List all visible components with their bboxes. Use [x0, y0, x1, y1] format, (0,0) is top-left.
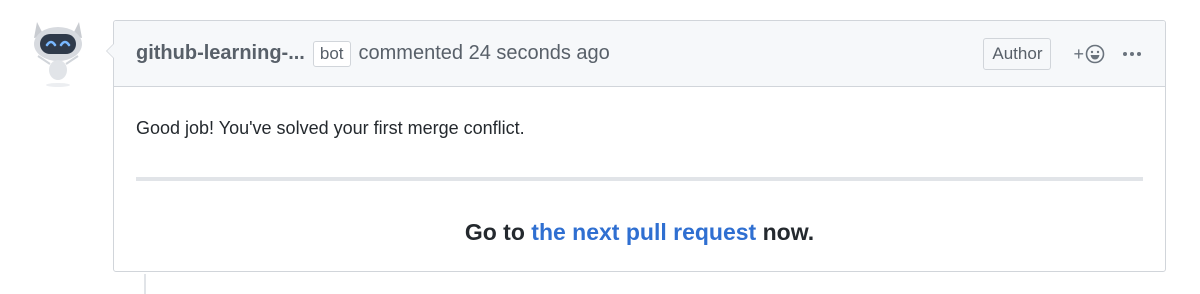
comment-menu-button[interactable] [1121, 43, 1143, 65]
next-step-message: Go to the next pull request now. [114, 219, 1165, 246]
plus-icon: + [1073, 44, 1084, 64]
next-pull-request-link[interactable]: the next pull request [531, 219, 756, 245]
cta-prefix: Go to [464, 219, 532, 245]
author-name[interactable]: github-learning-... [136, 42, 305, 65]
avatar[interactable] [24, 16, 92, 88]
cta-suffix: now. [756, 219, 815, 245]
kebab-menu-icon [1123, 52, 1141, 56]
timeline-line [144, 274, 146, 294]
author-label: Author [983, 38, 1052, 70]
comment-timestamp[interactable]: commented 24 seconds ago [359, 42, 610, 65]
bot-badge: bot [312, 40, 351, 67]
comment-actions: Author + [983, 21, 1143, 87]
comment-box: github-learning-... bot commented 24 sec… [106, 20, 1166, 272]
horizontal-rule [136, 177, 1143, 181]
add-reaction-button[interactable]: + [1073, 44, 1105, 64]
smiley-icon [1085, 44, 1105, 64]
comment-body: Good job! You've solved your first merge… [136, 118, 525, 138]
comment-header: github-learning-... bot commented 24 sec… [114, 21, 1165, 87]
octobot-avatar-icon [34, 22, 82, 87]
